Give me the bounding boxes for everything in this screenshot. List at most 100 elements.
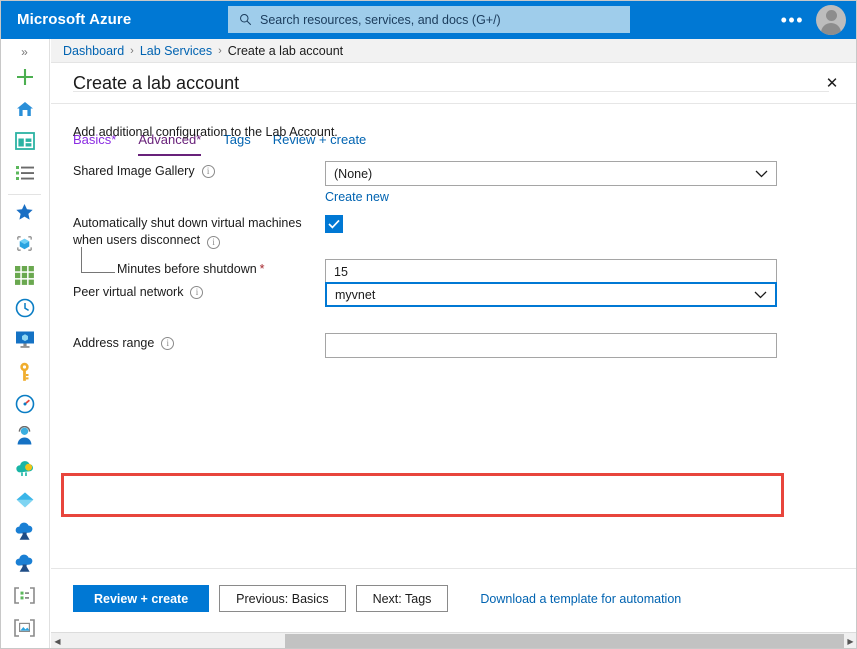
search-icon — [234, 13, 256, 26]
dashboard-icon — [14, 131, 35, 155]
grid-icon — [15, 266, 34, 290]
shared-image-gallery-value: (None) — [334, 166, 373, 181]
auto-shutdown-label-line2: when users disconnect — [73, 233, 201, 247]
sidebar-item-all-services[interactable] — [0, 159, 49, 191]
address-range-label-text: Address range — [73, 336, 155, 350]
cloud-flask-icon — [14, 554, 35, 578]
sidebar-item-resource-groups[interactable] — [0, 262, 49, 294]
cloud-flask-icon — [14, 522, 35, 546]
clock-icon — [15, 298, 35, 323]
required-asterisk: * — [259, 262, 265, 276]
left-navigation-rail: » — [0, 39, 50, 649]
star-icon — [15, 203, 34, 226]
shared-image-gallery-field: (None) Create new — [325, 161, 777, 206]
sidebar-item-monitor[interactable] — [0, 390, 49, 422]
shared-image-gallery-label-text: Shared Image Gallery — [73, 164, 195, 178]
minutes-before-shutdown-input[interactable]: 15 — [325, 259, 777, 284]
review-create-button[interactable]: Review + create — [73, 585, 210, 612]
gauge-icon — [15, 394, 35, 419]
advanced-form: Add additional configuration to the Lab … — [51, 107, 857, 517]
chevron-down-icon — [754, 288, 767, 302]
sidebar-item-home[interactable] — [0, 95, 49, 127]
cloud-coin-icon — [15, 459, 35, 482]
sidebar-item-images[interactable] — [0, 614, 49, 646]
image-icon — [14, 618, 35, 642]
scrollbar-thumb[interactable] — [285, 634, 844, 648]
avatar-head — [825, 9, 837, 21]
home-icon — [15, 99, 35, 124]
sidebar-item-cost-management[interactable] — [0, 454, 49, 486]
minutes-before-shutdown-value: 15 — [334, 264, 348, 279]
breadcrumb-separator-icon: › — [218, 44, 222, 57]
plus-icon — [14, 66, 36, 93]
previous-basics-button[interactable]: Previous: Basics — [219, 585, 346, 612]
sidebar-item-lab-services[interactable] — [0, 518, 49, 550]
search-placeholder: Search resources, services, and docs (G+… — [260, 12, 501, 27]
more-options-icon[interactable]: ••• — [781, 11, 804, 29]
sidebar-item-key-vaults[interactable] — [0, 358, 49, 390]
nested-connector-line — [81, 247, 115, 273]
sidebar-item-dashboard[interactable] — [0, 127, 49, 159]
field-row-peer-virtual-network: Peer virtual network i myvnet — [73, 282, 857, 308]
breadcrumb-item-dashboard[interactable]: Dashboard — [63, 44, 124, 58]
key-icon — [17, 362, 32, 387]
sidebar-item-recent[interactable] — [0, 294, 49, 326]
wizard-footer: Review + create Previous: Basics Next: T… — [51, 568, 857, 628]
breadcrumb-item-current: Create a lab account — [227, 43, 344, 58]
auto-shutdown-label-line1: Automatically shut down virtual machines — [73, 216, 302, 230]
annotation-highlight-box — [61, 473, 784, 517]
minutes-before-shutdown-label: Minutes before shutdown * — [117, 262, 265, 276]
breadcrumb-separator-icon: › — [130, 44, 134, 57]
info-icon[interactable]: i — [207, 236, 221, 249]
peer-virtual-network-value: myvnet — [335, 287, 376, 302]
rail-divider — [8, 194, 41, 195]
monitor-icon — [15, 330, 35, 354]
checkmark-icon — [328, 219, 340, 229]
sidebar-item-all-resources[interactable] — [0, 230, 49, 262]
blade-header: Create a lab account ✕ — [51, 63, 857, 104]
chevron-down-icon — [755, 167, 768, 181]
address-range-field — [325, 333, 777, 358]
next-tags-button[interactable]: Next: Tags — [355, 585, 449, 612]
sidebar-item-templates[interactable] — [0, 582, 49, 614]
peer-virtual-network-field: myvnet — [325, 282, 777, 307]
expand-rail-icon[interactable]: » — [0, 41, 49, 63]
address-range-input[interactable] — [325, 333, 777, 358]
template-icon — [14, 587, 35, 609]
avatar-body — [821, 22, 841, 35]
peer-virtual-network-label-text: Peer virtual network — [73, 285, 184, 299]
horizontal-scrollbar[interactable]: ◀ ▶ — [51, 632, 857, 649]
info-icon[interactable]: i — [190, 286, 204, 299]
breadcrumb-item-lab-services[interactable]: Lab Services — [140, 44, 212, 58]
auto-shutdown-checkbox[interactable] — [325, 215, 343, 233]
sidebar-item-create-a-resource[interactable] — [0, 63, 49, 95]
breadcrumb: Dashboard › Lab Services › Create a lab … — [51, 39, 857, 63]
info-icon[interactable]: i — [201, 165, 215, 178]
close-icon[interactable]: ✕ — [815, 66, 849, 100]
top-navigation-bar: Microsoft Azure Search resources, servic… — [0, 0, 857, 39]
info-icon[interactable]: i — [161, 337, 175, 350]
resource-cube-icon — [14, 233, 35, 259]
sidebar-item-lab-accounts[interactable] — [0, 550, 49, 582]
download-template-link[interactable]: Download a template for automation — [480, 592, 681, 606]
field-row-auto-shutdown: Automatically shut down virtual machines… — [73, 215, 857, 284]
address-range-label: Address range i — [73, 336, 175, 350]
peer-virtual-network-select[interactable]: myvnet — [325, 282, 777, 307]
topbar-actions: ••• — [781, 0, 857, 39]
sidebar-item-support[interactable] — [0, 422, 49, 454]
shared-image-gallery-select[interactable]: (None) — [325, 161, 777, 186]
minutes-before-shutdown-label-text: Minutes before shutdown — [117, 262, 257, 276]
scroll-left-arrow-icon[interactable]: ◀ — [51, 633, 64, 649]
sidebar-item-virtual-machines[interactable] — [0, 326, 49, 358]
azure-brand-logo[interactable]: Microsoft Azure — [17, 11, 131, 28]
sidebar-item-favorites[interactable] — [0, 198, 49, 230]
create-new-gallery-link[interactable]: Create new — [325, 190, 389, 204]
user-avatar-icon[interactable] — [816, 4, 846, 35]
scroll-right-arrow-icon[interactable]: ▶ — [844, 633, 857, 649]
global-search-input[interactable]: Search resources, services, and docs (G+… — [228, 6, 630, 33]
create-lab-account-blade: Dashboard › Lab Services › Create a lab … — [51, 39, 857, 649]
shared-image-gallery-label: Shared Image Gallery i — [73, 164, 215, 178]
minutes-before-shutdown-field: 15 — [325, 259, 777, 284]
field-row-address-range: Address range i — [73, 333, 857, 359]
sidebar-item-app-services[interactable] — [0, 486, 49, 518]
